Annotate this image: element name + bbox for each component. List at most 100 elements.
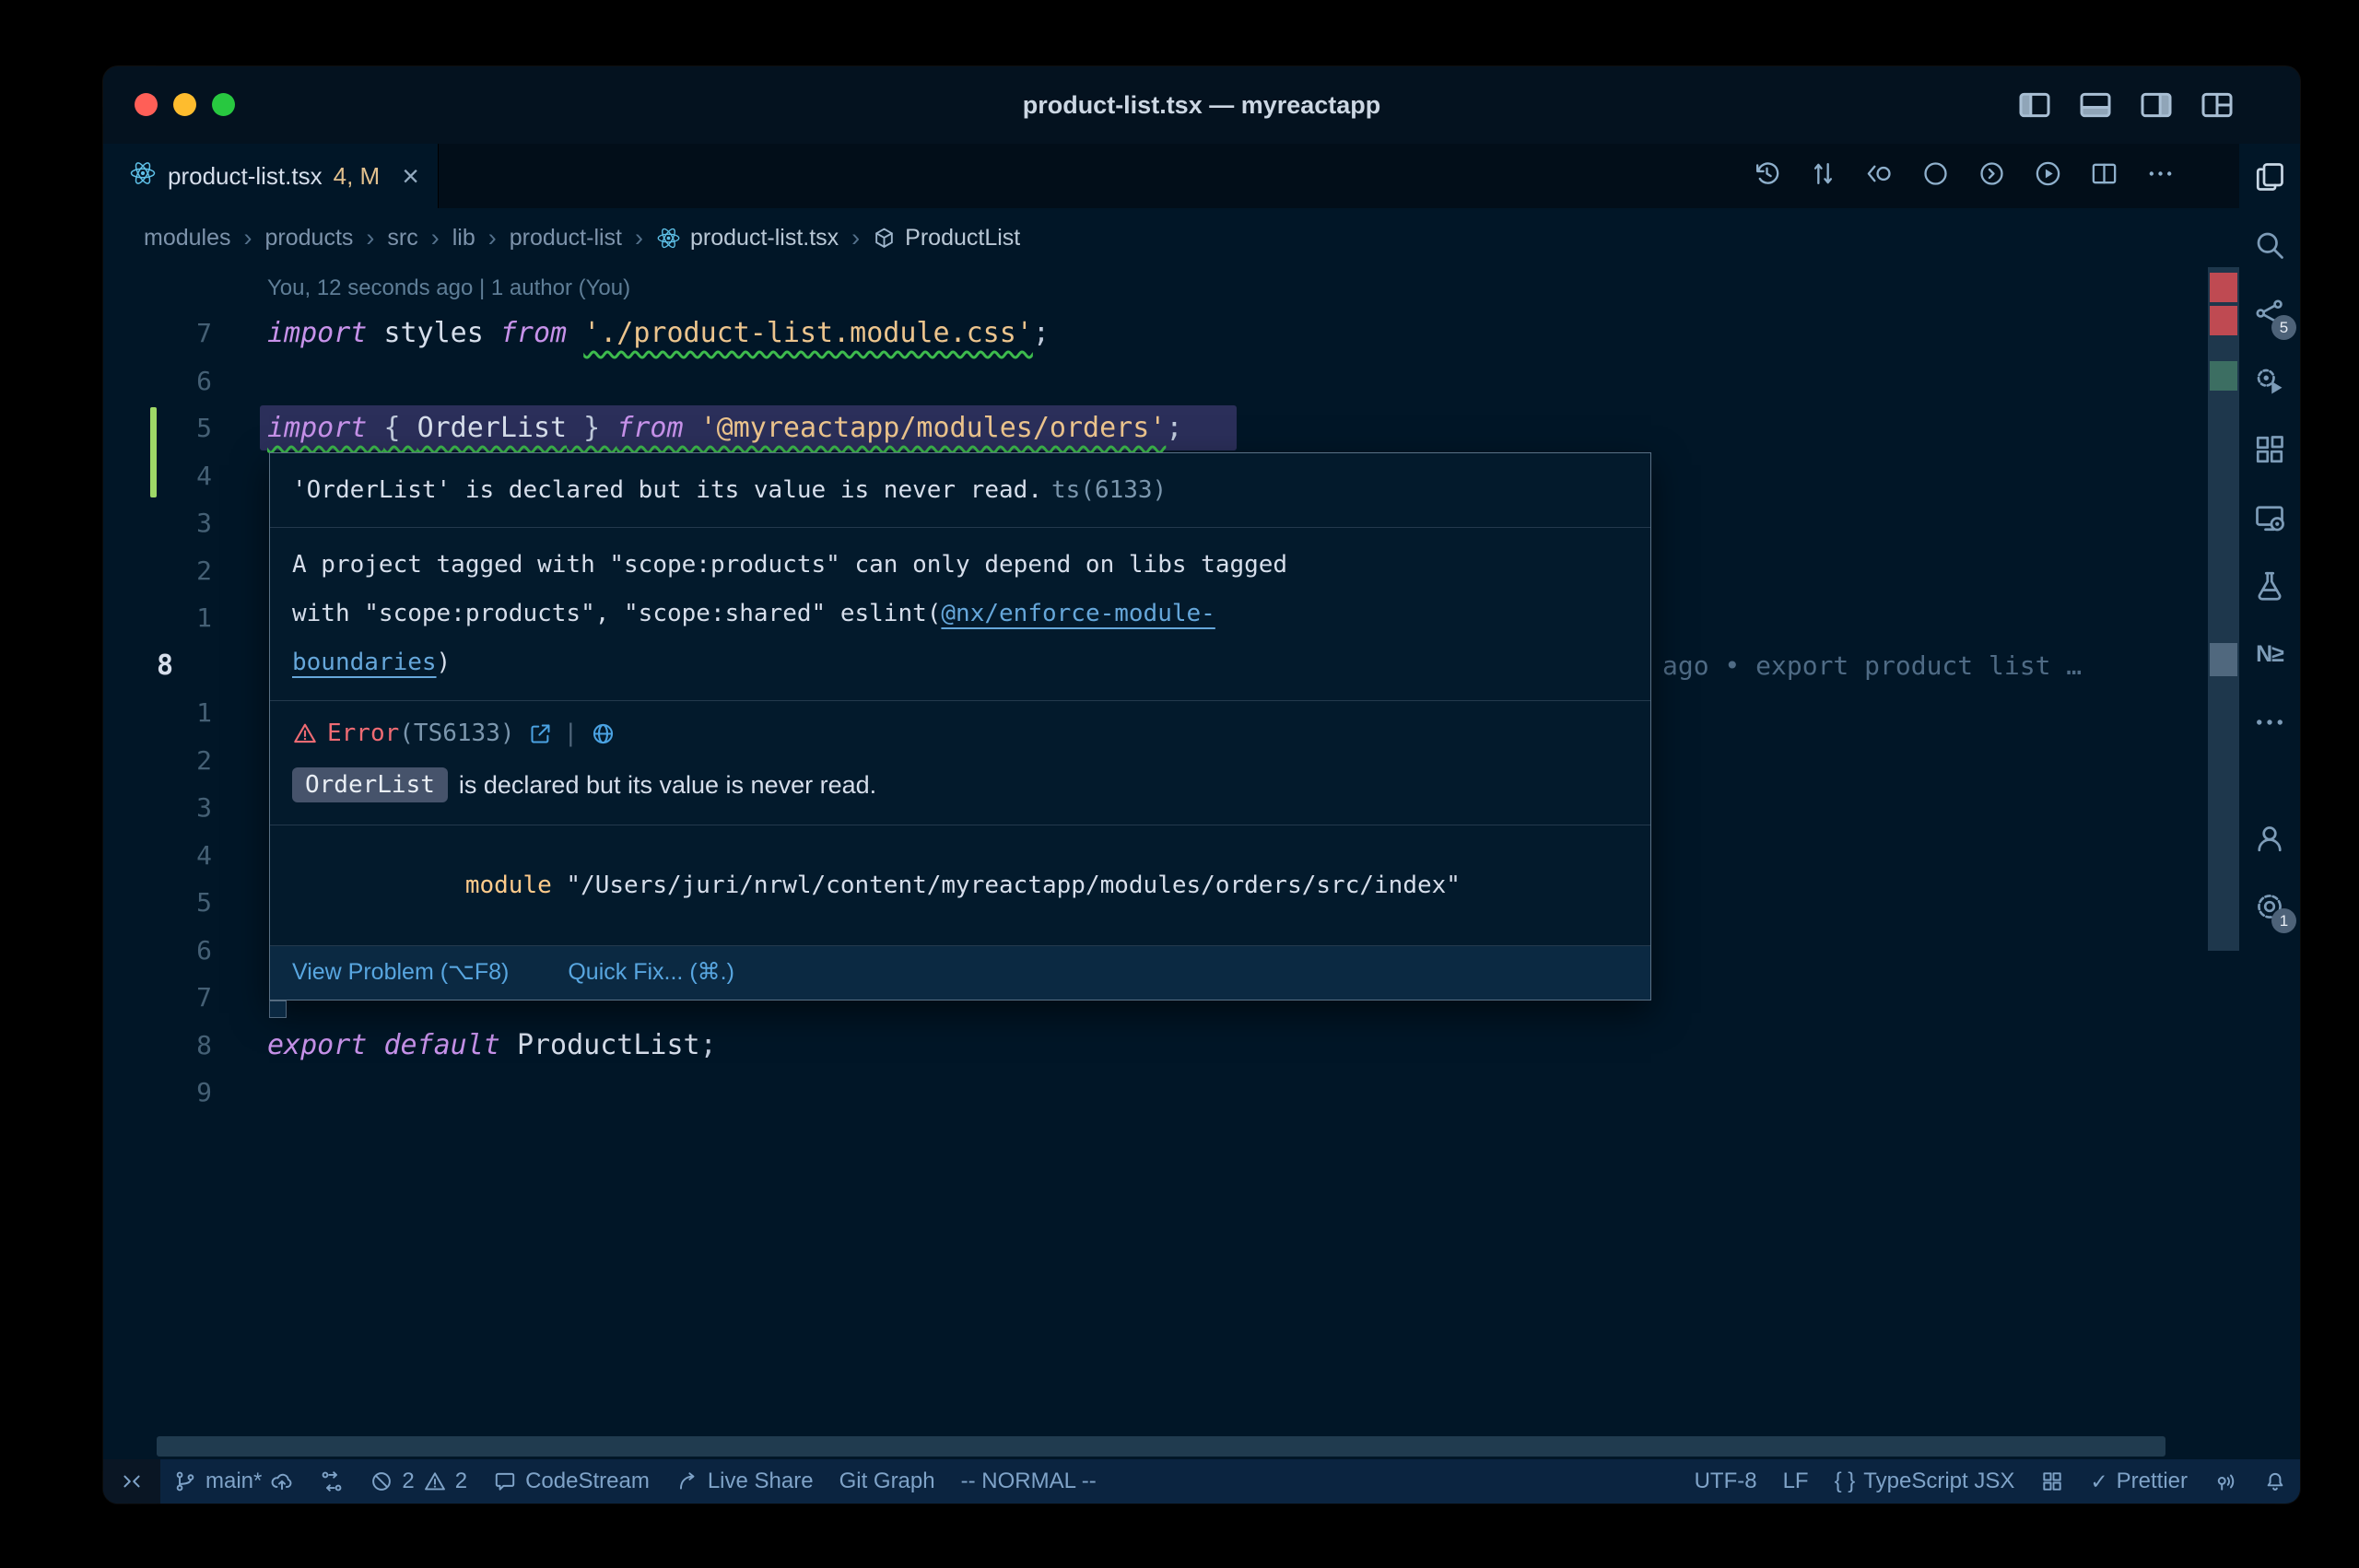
activity-bar: 5 N≥ 1 <box>2239 144 2300 1459</box>
accessibility-status[interactable] <box>2201 1459 2250 1504</box>
run-file-icon[interactable] <box>2034 159 2062 193</box>
search-icon[interactable] <box>2251 227 2288 263</box>
git-branch-status[interactable]: main* <box>160 1459 307 1504</box>
blame-codelens-row[interactable]: You, 12 seconds ago | 1 author (You) <box>103 267 2239 310</box>
language-mode-status[interactable]: { } TypeScript JSX <box>1822 1459 2028 1504</box>
line-number[interactable]: 1 <box>103 697 212 728</box>
layout-controls <box>2016 87 2236 128</box>
detail-text: is declared but its value is never read. <box>459 771 876 800</box>
remote-icon <box>120 1469 144 1493</box>
toggle-left-panel-icon[interactable] <box>2016 87 2053 128</box>
settings-gear-icon[interactable]: 1 <box>2251 888 2288 925</box>
hover-eslint-rule-row: A project tagged with "scope:products" c… <box>270 528 1650 701</box>
line-number[interactable]: 5 <box>103 413 212 443</box>
customize-layout-icon[interactable] <box>2199 87 2236 128</box>
globe-icon[interactable] <box>591 721 616 746</box>
problems-status[interactable]: 2 2 <box>357 1459 480 1504</box>
previous-change-icon[interactable] <box>1921 159 1950 193</box>
nx-enforce-module-boundaries-link[interactable]: boundaries <box>292 649 437 676</box>
line-number[interactable]: 7 <box>103 318 212 348</box>
open-external-icon[interactable] <box>528 721 553 746</box>
editor-actions <box>1753 144 2239 208</box>
split-editor-icon[interactable] <box>2090 159 2118 193</box>
minimize-window-button[interactable] <box>173 93 196 116</box>
testing-flask-icon[interactable] <box>2251 568 2288 604</box>
open-changes-icon[interactable] <box>1865 159 1894 193</box>
overview-ruler-error-mark <box>2210 273 2237 302</box>
breadcrumb-separator: › <box>488 224 497 252</box>
line-number[interactable]: 3 <box>103 792 212 823</box>
gitgraph-status[interactable]: Git Graph <box>827 1459 948 1504</box>
hover-module-row: module "/Users/juri/nrwl/content/myreact… <box>270 825 1650 946</box>
code-line-text: import { OrderList } from '@myreactapp/m… <box>267 412 1182 444</box>
extensions-icon[interactable] <box>2251 431 2288 468</box>
line-number[interactable]: 5 <box>103 887 212 918</box>
source-control-graph-icon[interactable]: 5 <box>2251 295 2288 332</box>
liveshare-status[interactable]: Live Share <box>663 1459 827 1504</box>
code-row[interactable]: 9 <box>103 1069 2239 1117</box>
gitlens-compare-icon[interactable] <box>1809 159 1837 193</box>
more-views-icon[interactable] <box>2251 704 2288 741</box>
breadcrumb-lib[interactable]: lib <box>452 225 475 252</box>
accounts-icon[interactable] <box>2251 820 2288 857</box>
horizontal-scrollbar[interactable] <box>157 1436 2165 1457</box>
encoding-status[interactable]: UTF-8 <box>1682 1459 1770 1504</box>
line-number[interactable]: 3 <box>103 508 212 538</box>
explorer-icon[interactable] <box>2251 158 2288 195</box>
tab-product-list[interactable]: product-list.tsx 4, M × <box>103 144 439 208</box>
line-number[interactable]: 2 <box>103 556 212 586</box>
line-number[interactable]: 8 <box>103 649 212 682</box>
debug-icon[interactable] <box>2251 363 2288 400</box>
errors-count: 2 <box>402 1469 414 1494</box>
quick-fix-link[interactable]: Quick Fix... (⌘.) <box>568 958 734 986</box>
hover-error-row: Error (TS6133) | <box>270 701 1650 753</box>
remote-indicator[interactable] <box>103 1459 160 1504</box>
code-row[interactable]: 5 import { OrderList } from '@myreactapp/… <box>103 404 2239 452</box>
line-number[interactable]: 8 <box>103 1030 212 1060</box>
line-number[interactable]: 4 <box>103 461 212 491</box>
line-number[interactable]: 9 <box>103 1077 212 1107</box>
line-number[interactable]: 4 <box>103 840 212 871</box>
react-icon <box>656 226 681 251</box>
timeline-history-icon[interactable] <box>1753 159 1781 193</box>
remote-explorer-icon[interactable] <box>2251 499 2288 536</box>
breadcrumb-symbol[interactable]: ProductList <box>873 225 1020 252</box>
code-row[interactable]: 6 <box>103 357 2239 405</box>
vim-mode-indicator[interactable]: -- NORMAL -- <box>948 1459 1109 1504</box>
code-row[interactable]: 8export default ProductList; <box>103 1022 2239 1070</box>
notifications-status[interactable] <box>2250 1459 2300 1504</box>
line-number[interactable]: 6 <box>103 935 212 965</box>
hover-resize-handle[interactable] <box>269 1000 287 1018</box>
breadcrumb-products[interactable]: products <box>265 225 354 252</box>
codestream-label: CodeStream <box>525 1469 650 1494</box>
nx-enforce-module-boundaries-link[interactable]: @nx/enforce-module- <box>941 600 1215 627</box>
nx-console-icon[interactable]: N≥ <box>2251 636 2288 673</box>
line-number[interactable]: 1 <box>103 603 212 633</box>
line-number[interactable]: 6 <box>103 366 212 396</box>
breadcrumb-modules[interactable]: modules <box>144 225 231 252</box>
toggle-bottom-panel-icon[interactable] <box>2077 87 2114 128</box>
code-row[interactable]: 7import styles from './product-list.modu… <box>103 310 2239 357</box>
editor-more-actions-icon[interactable] <box>2146 159 2175 193</box>
close-window-button[interactable] <box>135 93 158 116</box>
view-problem-link[interactable]: View Problem (⌥F8) <box>292 958 509 986</box>
prettier-label: Prettier <box>2117 1469 2188 1494</box>
eol-status[interactable]: LF <box>1770 1459 1822 1504</box>
editor[interactable]: You, 12 seconds ago | 1 author (You)7imp… <box>103 267 2239 1459</box>
breadcrumb-file[interactable]: product-list.tsx <box>656 225 839 252</box>
braces-icon: { } <box>1835 1469 1856 1494</box>
zoom-window-button[interactable] <box>212 93 235 116</box>
git-compare-status[interactable] <box>307 1459 357 1504</box>
window-controls <box>135 93 235 116</box>
prettier-status[interactable]: ✓ Prettier <box>2077 1459 2201 1504</box>
line-number[interactable]: 7 <box>103 982 212 1012</box>
breadcrumb-file-label: product-list.tsx <box>690 225 839 252</box>
line-number[interactable]: 2 <box>103 745 212 776</box>
grid-extension-status[interactable] <box>2027 1459 2077 1504</box>
breadcrumb-src[interactable]: src <box>387 225 417 252</box>
codestream-status[interactable]: CodeStream <box>480 1459 663 1504</box>
breadcrumb-product-list[interactable]: product-list <box>510 225 622 252</box>
toggle-right-panel-icon[interactable] <box>2138 87 2175 128</box>
next-change-icon[interactable] <box>1978 159 2006 193</box>
tab-close-icon[interactable]: × <box>402 161 419 191</box>
